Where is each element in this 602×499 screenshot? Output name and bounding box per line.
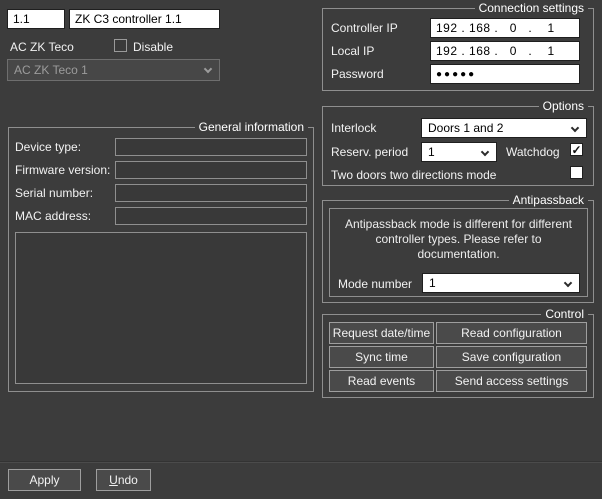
firmware-version-field-label: Firmware version: (15, 163, 110, 177)
device-type-label: AC ZK Teco (10, 40, 74, 54)
disable-checkbox[interactable] (114, 39, 127, 52)
options-title: Options (539, 99, 588, 114)
two-doors-label: Two doors two directions mode (331, 168, 496, 182)
mode-number-value: 1 (429, 276, 436, 290)
password-input[interactable] (430, 64, 580, 84)
save-configuration-button[interactable]: Save configuration (436, 346, 587, 368)
general-information-group: General information Device type: Firmwar… (8, 127, 314, 392)
interlock-select[interactable]: Doors 1 and 2 (421, 118, 587, 138)
mac-address-field (115, 207, 307, 225)
controller-ip-input[interactable] (430, 18, 580, 38)
check-icon: ✓ (571, 144, 581, 156)
undo-button[interactable]: Undo (96, 469, 151, 491)
antipassback-note: Antipassback mode is different for diffe… (330, 217, 587, 262)
mode-number-label: Mode number (338, 277, 412, 291)
controller-name-input[interactable] (69, 9, 220, 29)
serial-number-field (115, 184, 307, 202)
interlock-value: Doors 1 and 2 (428, 121, 503, 135)
watchdog-label: Watchdog (506, 145, 560, 159)
parent-device-select: AC ZK Teco 1 (7, 59, 220, 81)
connection-settings-title: Connection settings (475, 1, 588, 16)
control-title: Control (541, 307, 588, 322)
mac-address-field-label: MAC address: (15, 209, 91, 223)
antipassback-group: Antipassback Antipassback mode is differ… (322, 200, 594, 303)
chevron-down-icon (571, 124, 579, 132)
device-type-field-label: Device type: (15, 140, 81, 154)
chevron-down-icon (481, 148, 489, 156)
reserv-period-select[interactable]: 1 (421, 142, 497, 162)
local-ip-input[interactable] (430, 41, 580, 61)
undo-mnemonic: U (109, 473, 118, 487)
undo-label-rest: ndo (118, 473, 138, 487)
device-type-field (115, 138, 307, 156)
disable-label: Disable (133, 40, 173, 54)
general-information-title: General information (195, 120, 308, 135)
reserv-period-value: 1 (428, 145, 435, 159)
address-input[interactable] (7, 9, 65, 29)
serial-number-field-label: Serial number: (15, 186, 93, 200)
parent-device-value: AC ZK Teco 1 (14, 63, 88, 77)
connection-settings-group: Connection settings Controller IP Local … (322, 8, 594, 91)
control-group: Control Request date/time Read configura… (322, 314, 594, 398)
reserv-period-label: Reserv. period (331, 145, 408, 159)
interlock-label: Interlock (331, 121, 376, 135)
controller-settings-panel: AC ZK Teco Disable AC ZK Teco 1 General … (0, 0, 602, 499)
password-label: Password (331, 67, 384, 81)
controller-ip-label: Controller IP (331, 21, 398, 35)
request-datetime-button[interactable]: Request date/time (329, 322, 434, 344)
sync-time-button[interactable]: Sync time (329, 346, 434, 368)
device-notes-area (15, 232, 307, 384)
chevron-down-icon (564, 279, 572, 287)
send-access-settings-button[interactable]: Send access settings (436, 370, 587, 392)
two-doors-checkbox[interactable] (570, 166, 583, 179)
firmware-version-field (115, 161, 307, 179)
read-events-button[interactable]: Read events (329, 370, 434, 392)
watchdog-checkbox[interactable]: ✓ (570, 143, 583, 156)
mode-number-select[interactable]: 1 (422, 273, 580, 293)
antipassback-title: Antipassback (509, 193, 588, 208)
chevron-down-icon (204, 65, 212, 73)
local-ip-label: Local IP (331, 44, 374, 58)
read-configuration-button[interactable]: Read configuration (436, 322, 587, 344)
apply-button[interactable]: Apply (8, 469, 81, 491)
antipassback-inner-panel: Antipassback mode is different for diffe… (329, 208, 588, 297)
footer-divider (0, 461, 602, 462)
options-group: Options Interlock Doors 1 and 2 Reserv. … (322, 106, 594, 186)
